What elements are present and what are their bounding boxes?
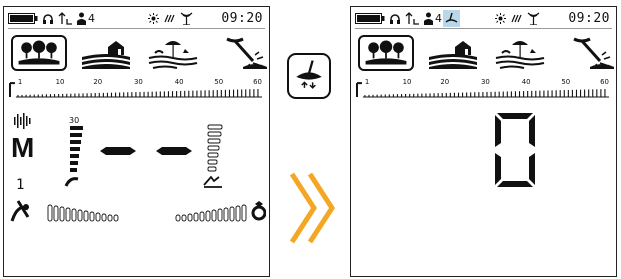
vibration-icon — [164, 14, 175, 23]
coil-button[interactable] — [287, 53, 331, 99]
field-icon — [429, 41, 477, 69]
scale-label-30: 30 — [134, 78, 143, 86]
lcd-screen-after: 4 09:20 1 10 20 30 40 50 60 — [350, 6, 617, 277]
mode-park-button[interactable] — [358, 35, 414, 71]
status-bar: 4 09:20 — [355, 10, 612, 28]
field-icon — [82, 41, 130, 69]
wireless-selected-highlight — [443, 10, 460, 27]
clock-time: 09:20 — [221, 11, 263, 26]
divider — [355, 28, 612, 29]
lcd-screen-before: 4 09:20 1 10 20 30 40 50 60 M 1 30 — [3, 6, 270, 277]
level-label: 30 — [69, 116, 79, 125]
scale-label-40: 40 — [522, 78, 531, 86]
battery-icon — [355, 13, 385, 24]
coil-gauge-icon — [64, 177, 79, 187]
scale-bar: 1 10 20 30 40 50 60 — [355, 78, 610, 98]
scale-label-60: 60 — [253, 78, 262, 86]
wireless-coil-icon — [445, 12, 458, 23]
search-modes — [8, 35, 267, 73]
mode-beach-button[interactable] — [145, 35, 201, 71]
scale-label-20: 20 — [93, 78, 102, 86]
mode-field-button[interactable] — [425, 35, 481, 71]
clock-time: 09:20 — [568, 11, 610, 26]
ground-icon — [203, 175, 220, 186]
beach-icon — [148, 41, 198, 69]
iron-icon — [10, 200, 30, 222]
frequency-icon — [77, 12, 86, 25]
scale-label-30: 30 — [481, 78, 490, 86]
segment-dash-2 — [156, 147, 192, 155]
mode-gold-button[interactable] — [560, 35, 616, 71]
wireless-icon — [527, 12, 540, 25]
scale-label-1: 1 — [18, 78, 22, 86]
discrimination-bars-left — [47, 204, 119, 222]
scale-label-60: 60 — [600, 78, 609, 86]
scale-label-40: 40 — [175, 78, 184, 86]
scale-label-20: 20 — [440, 78, 449, 86]
sensitivity-icon — [405, 12, 419, 25]
mode-gold-button[interactable] — [213, 35, 269, 71]
park-icon — [365, 40, 407, 65]
seven-segment-digit: 0 — [495, 113, 535, 187]
segment-dash-1 — [100, 147, 136, 155]
target-id-display: M 1 30 — [10, 113, 266, 222]
mode-field-button[interactable] — [78, 35, 134, 71]
pickaxe-icon — [573, 37, 614, 69]
scale-bar: 1 10 20 30 40 50 60 — [8, 78, 263, 98]
discrimination-scale: 1 10 20 30 40 50 60 — [8, 77, 265, 109]
ring-icon — [251, 201, 266, 221]
double-chevron-icon — [289, 172, 335, 244]
transition-arrow — [284, 168, 344, 248]
mode-beach-button[interactable] — [492, 35, 548, 71]
frequency-value: 4 — [435, 12, 442, 25]
depth-bar-filled — [70, 126, 83, 172]
park-icon — [18, 40, 60, 65]
detector-coil-icon — [296, 60, 322, 89]
brightness-icon — [495, 13, 506, 24]
sub-value: 1 — [16, 177, 24, 193]
scale-label-50: 50 — [561, 78, 570, 86]
brightness-icon — [148, 13, 159, 24]
search-modes — [355, 35, 614, 73]
scale-ticks — [364, 89, 606, 97]
headphone-icon — [43, 14, 53, 24]
volume-icon — [14, 113, 31, 129]
frequency-icon — [424, 12, 433, 25]
sensitivity-icon — [58, 12, 72, 25]
wireless-icon — [180, 12, 193, 25]
frequency-value: 4 — [88, 12, 95, 25]
discrimination-scale: 1 10 20 30 40 50 60 — [355, 77, 612, 109]
scale-label-50: 50 — [214, 78, 223, 86]
scale-ticks — [17, 89, 259, 97]
pickaxe-icon — [226, 37, 267, 69]
discrimination-bars-right — [175, 204, 247, 222]
status-bar: 4 09:20 — [8, 10, 265, 28]
divider — [8, 28, 265, 29]
vibration-icon — [511, 14, 522, 23]
mode-park-button[interactable] — [11, 35, 67, 71]
depth-bar-empty — [207, 124, 223, 172]
scale-label-1: 1 — [365, 78, 369, 86]
mode-letter: M — [11, 132, 34, 163]
headphone-icon — [390, 14, 400, 24]
scale-label-10: 10 — [403, 78, 412, 86]
scale-label-10: 10 — [56, 78, 65, 86]
battery-icon — [8, 13, 38, 24]
beach-icon — [495, 41, 545, 69]
